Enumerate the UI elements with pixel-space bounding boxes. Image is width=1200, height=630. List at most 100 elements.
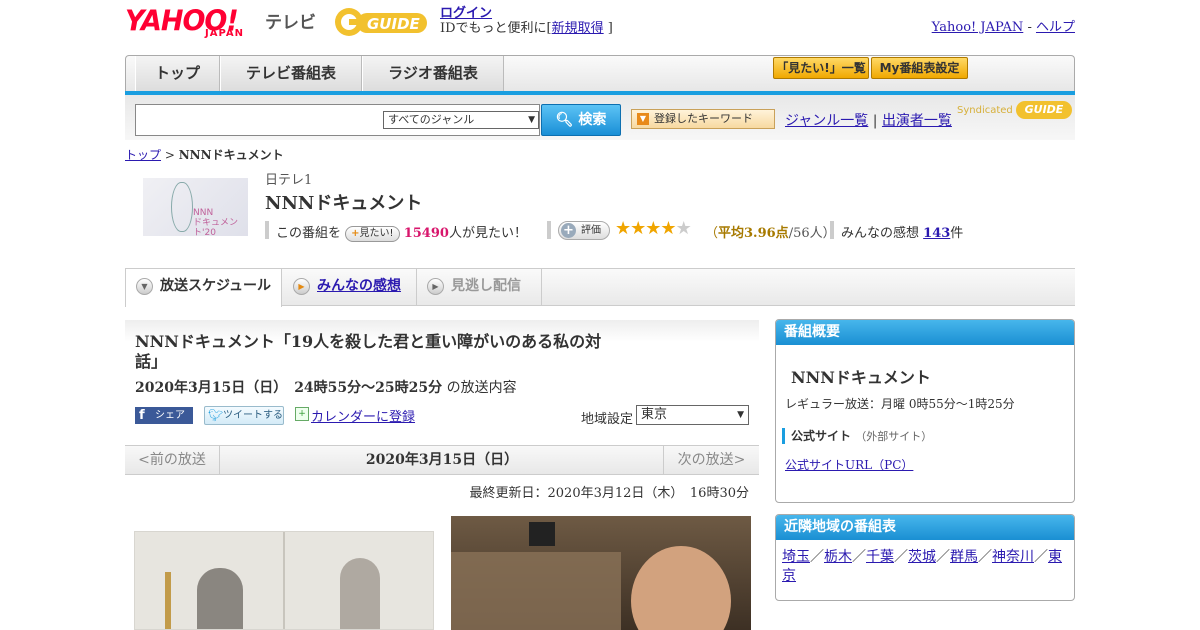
play-icon: ▶ [427,278,444,295]
nearby-region-link[interactable]: 栃木 [824,549,852,565]
nearby-region-link[interactable]: 神奈川 [992,549,1034,565]
yahoo-japan-link[interactable]: Yahoo! JAPAN [932,20,1024,35]
impressions-section: みんなの感想 143件 [841,222,963,241]
facebook-icon: f [139,408,145,423]
yahoo-japan-logo-sub: JAPAN [205,28,244,39]
rating-average: （平均3.96点/56人） [705,226,836,241]
mitai-section: この番組を +見たい! 15490人が見たい！ [276,222,527,242]
area-select[interactable]: 東京 ▼ [636,405,749,425]
search-links: ジャンル一覧 | 出演者一覧 [785,110,952,130]
svg-text:GUIDE: GUIDE [367,15,421,33]
star-icon: ★ [645,218,661,239]
tab-impressions[interactable]: ▶ みんなの感想 [283,269,417,305]
content-tabs: ▼ 放送スケジュール ▶ みんなの感想 ▶ 見逃し配信 [125,268,1075,307]
official-site-url-link[interactable]: 公式サイトURL（PC） [785,456,913,473]
area-label: 地域設定 [581,412,634,427]
mitai-list-button[interactable]: 「見たい!」一覧 [773,57,869,79]
twitter-bird-icon: 🐦︎ [208,408,224,422]
search-bar: すべてのジャンル ▼ 🔍︎ 検索 ▼ 登録したキーワード ジャンル一覧 | 出演… [125,95,1075,140]
triangle-down-icon: ▼ [637,113,649,125]
thumbnail-text: NNN ドキュメント'20 [193,208,239,236]
mitai-count: 15490 [403,226,449,241]
search-button-label: 検索 [578,112,607,128]
last-updated: 最終更新日：2020年3月12日（木） 16時30分 [469,486,749,501]
registered-keyword-label: 登録したキーワード [654,112,753,125]
rating-avg-count: /56人） [788,226,836,241]
search-button[interactable]: 🔍︎ 検索 [541,104,621,136]
rate-button[interactable]: + 評価 [558,221,610,240]
calendar-register[interactable]: + カレンダーに登録 [295,406,415,425]
nearby-region-link[interactable]: 茨城 [908,549,936,565]
program-title: NNNドキュメント [265,193,423,214]
tv-logo-text[interactable]: テレビ [265,8,316,33]
tweet-button[interactable]: 🐦︎ ツイートする [204,406,284,425]
help-link[interactable]: ヘルプ [1036,20,1075,35]
header-links: Yahoo! JAPAN - ヘルプ [932,16,1075,35]
episode-image-illustration [134,531,434,630]
nearby-region-link[interactable]: 千葉 [866,549,894,565]
login-box: ログイン IDでもっと便利に[新規取得 ] [440,6,613,36]
tab-broadcast-schedule[interactable]: ▼ 放送スケジュール [125,269,282,307]
impressions-unit: 件 [950,226,964,241]
plus-circle-icon: + [561,223,576,238]
g-guide-small-logo: GUIDE [1015,101,1072,119]
tab-catchup[interactable]: ▶ 見逃し配信 [417,269,542,305]
star-icon: ★ [615,218,631,239]
rating-avg-label: 平均3.96点 [718,226,789,241]
next-broadcast-link[interactable]: 次の放送> [663,446,759,474]
login-link[interactable]: ログイン [440,6,492,21]
genre-select[interactable]: すべてのジャンル ▼ [383,111,539,129]
nearby-schedule-box: 近隣地域の番組表 埼玉／栃木／千葉／茨城／群馬／神奈川／東京 [775,514,1075,601]
header-dash: - [1027,20,1032,35]
nearby-region-link[interactable]: 埼玉 [782,549,810,565]
impressions-label: みんなの感想 [841,226,920,241]
breadcrumb: トップ > NNNドキュメント [125,146,284,163]
rating-stars: ★★★★★ [615,218,692,239]
chevron-down-icon: ▼ [737,410,744,420]
plus-icon: + [351,227,360,239]
mitai-prefix: この番組を [276,226,342,241]
nav-tab-tv-schedule[interactable]: テレビ番組表 [220,56,362,92]
mitai-button[interactable]: +見たい! [345,225,400,242]
syndicated-g-guide-badge: Syndicated GUIDE [957,101,1072,119]
program-overview-heading: 番組概要 [776,320,1074,345]
prev-broadcast-link[interactable]: <前の放送 [125,446,220,474]
cast-list-link[interactable]: 出演者一覧 [882,113,952,129]
program-thumbnail: NNN ドキュメント'20 [143,178,248,236]
genre-select-value: すべてのジャンル [388,113,475,126]
main-nav: トップ テレビ番組表 ラジオ番組表 「見たい!」一覧 My番組表設定 [125,55,1075,93]
signup-link[interactable]: 新規取得 [552,21,604,36]
my-schedule-button[interactable]: My番組表設定 [871,57,968,79]
episode-image-photo [451,516,751,630]
nav-tab-radio-schedule[interactable]: ラジオ番組表 [362,56,504,92]
episode-date: 2020年3月15日（日） 24時55分～25時25分 の放送内容 [135,380,517,396]
program-overview-box: 番組概要 NNNドキュメント レギュラー放送：月曜 0時55分～1時25分 公式… [775,319,1075,503]
mitai-suffix: 人が見たい！ [448,226,527,241]
meta-divider [830,221,834,239]
breadcrumb-top[interactable]: トップ [125,148,161,162]
impressions-count-link[interactable]: 143 [923,226,950,241]
nav-tab-top[interactable]: トップ [135,56,220,92]
official-site-label: 公式サイト （外部サイト） [782,428,932,444]
meta-divider [547,221,551,239]
star-icon: ★ [630,218,646,239]
overview-title: NNNドキュメント [791,368,931,387]
episode-title: NNNドキュメント「19人を殺した君と重い障がいのある私の対話」 [135,332,602,371]
registered-keyword-button[interactable]: ▼ 登録したキーワード [631,109,775,129]
link-separator: | [872,113,878,129]
login-desc-end: ] [607,21,613,36]
nearby-region-link[interactable]: 群馬 [950,549,978,565]
g-guide-logo[interactable]: GUIDE [333,4,433,40]
channel-name: 日テレ1 [265,173,313,188]
facebook-share-button[interactable]: f シェア [135,407,193,424]
play-icon: ▶ [293,278,310,295]
genre-list-link[interactable]: ジャンル一覧 [785,113,868,129]
search-icon: 🔍︎ [555,112,574,128]
breadcrumb-current: NNNドキュメント [178,148,284,162]
arrow-down-icon: ▼ [136,278,153,295]
calendar-icon: + [295,407,309,421]
star-icon: ★ [675,218,692,239]
star-icon: ★ [660,218,676,239]
program-meta: この番組を +見たい! 15490人が見たい！ + 評価 ★★★★★ （平均3.… [265,218,1075,242]
hourglass-icon [171,182,193,232]
